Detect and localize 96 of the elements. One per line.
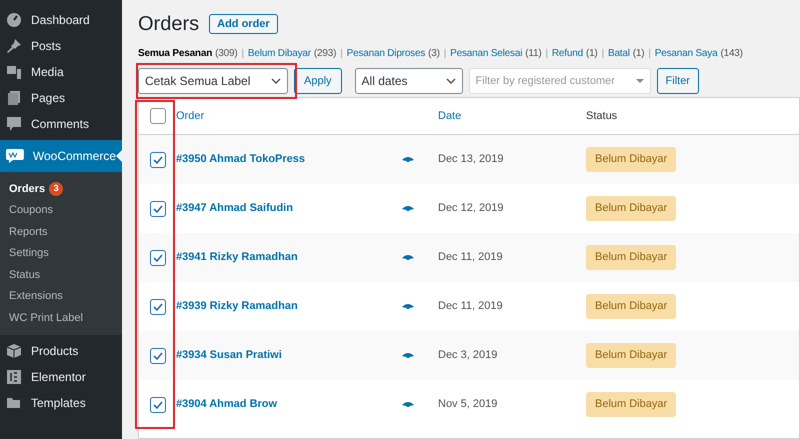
order-date: Dec 12, 2019 — [438, 201, 504, 216]
status-badge: Belum Dibayar — [586, 196, 676, 221]
column-header[interactable]: Date — [438, 108, 586, 124]
separator: | — [647, 47, 652, 61]
checkmark-icon — [152, 154, 164, 166]
sidebar-item[interactable]: Posts — [0, 36, 122, 56]
elementor-icon — [6, 368, 22, 384]
order-link[interactable]: #3947 Ahmad Saifudin — [176, 200, 402, 217]
chevron-down-icon — [271, 78, 281, 84]
status-badge: Belum Dibayar — [586, 245, 676, 270]
order-date: Nov 5, 2019 — [438, 397, 498, 412]
checkmark-icon — [152, 350, 164, 362]
submenu-item[interactable]: Extensions — [0, 286, 122, 307]
separator: | — [544, 47, 549, 61]
view-count: (293) — [314, 47, 336, 61]
sidebar-item[interactable]: Pages — [0, 88, 122, 108]
filter-button[interactable]: Filter — [656, 68, 699, 94]
status-badge: Belum Dibayar — [586, 294, 676, 319]
order-link[interactable]: #3941 Rizky Ramadhan — [176, 249, 402, 266]
page-title: Orders — [138, 12, 200, 37]
view-count: (1) — [632, 47, 644, 61]
view-link[interactable]: Pesanan Selesai — [450, 46, 522, 61]
customer-filter-field[interactable]: Filter by registered customer — [468, 68, 651, 94]
separator: | — [442, 47, 448, 61]
view-link[interactable]: Batal — [608, 46, 630, 61]
eye-icon[interactable] — [402, 302, 414, 310]
sidebar-item[interactable]: Products — [0, 340, 122, 360]
view-count: (3) — [428, 47, 440, 61]
view-count: (1) — [586, 47, 598, 61]
checkmark-icon — [152, 398, 164, 410]
eye-icon[interactable] — [402, 156, 414, 164]
checkbox[interactable] — [150, 200, 166, 216]
apply-button[interactable]: Apply — [294, 68, 342, 94]
eye-icon[interactable] — [402, 352, 414, 360]
submenu-item[interactable]: WC Print Label — [0, 307, 122, 328]
checkmark-icon — [152, 252, 164, 264]
current-pointer-icon — [116, 150, 122, 162]
submenu-item[interactable]: Status — [0, 264, 122, 286]
order-date: Dec 11, 2019 — [438, 250, 504, 266]
submenu-item[interactable]: Settings — [0, 242, 122, 264]
checkbox[interactable] — [150, 152, 166, 168]
gauge-icon — [6, 12, 22, 28]
checkbox[interactable] — [150, 250, 166, 266]
column-header[interactable]: Order — [176, 108, 438, 124]
checkmark-icon — [152, 300, 164, 312]
submenu-item[interactable]: Orders 3 — [0, 178, 122, 200]
chevron-down-icon — [446, 78, 456, 84]
view-link[interactable]: Belum Dibayar — [248, 46, 311, 61]
checkmark-icon — [152, 202, 164, 214]
bulk-action-select[interactable]: Cetak Semua Label — [138, 68, 288, 94]
view-link[interactable]: Pesanan Saya — [654, 46, 718, 61]
order-date: Dec 11, 2019 — [438, 299, 504, 314]
sidebar-item[interactable]: Dashboard — [0, 10, 122, 30]
submenu-item[interactable]: Reports — [0, 221, 122, 242]
separator: | — [600, 47, 605, 61]
status-badge: Belum Dibayar — [586, 343, 676, 368]
order-date: Dec 3, 2019 — [438, 348, 498, 364]
status-badge: Belum Dibayar — [586, 147, 676, 172]
view-link[interactable]: Semua Pesanan — [138, 46, 212, 61]
eye-icon[interactable] — [402, 254, 414, 262]
order-link[interactable]: #3950 Ahmad TokoPress — [176, 151, 402, 168]
date-select[interactable]: All dates — [354, 68, 463, 94]
pin-icon — [6, 38, 22, 54]
order-date: Dec 13, 2019 — [438, 152, 504, 168]
order-link[interactable]: #3904 Ahmad Brow — [176, 396, 402, 413]
view-count: (11) — [525, 47, 542, 61]
separator: | — [240, 47, 245, 61]
view-link[interactable]: Refund — [552, 46, 583, 61]
box-icon — [6, 342, 22, 358]
store-icon — [6, 149, 24, 163]
checkbox[interactable] — [150, 396, 166, 412]
caret-icon — [636, 79, 644, 83]
view-count: (143) — [720, 47, 743, 61]
view-link[interactable]: Pesanan Diproses — [346, 46, 426, 61]
sidebar-item[interactable]: WooCommerce — [0, 140, 122, 172]
sidebar-item[interactable]: Media — [0, 62, 122, 82]
checkbox[interactable] — [150, 348, 166, 364]
eye-icon[interactable] — [402, 400, 414, 408]
count-badge: 3 — [49, 182, 64, 196]
checkbox[interactable] — [150, 108, 166, 124]
separator: | — [339, 47, 344, 61]
checkbox[interactable] — [150, 298, 166, 314]
media-icon — [6, 64, 22, 80]
comment-bubble-icon — [6, 116, 22, 132]
sidebar-item[interactable]: Elementor — [0, 366, 122, 386]
submenu-item[interactable]: Coupons — [0, 200, 122, 221]
eye-icon[interactable] — [402, 204, 414, 212]
order-link[interactable]: #3939 Rizky Ramadhan — [176, 298, 402, 315]
column-header: Status — [586, 108, 618, 124]
sidebar-item[interactable]: Comments — [0, 114, 122, 134]
view-count: (309) — [215, 47, 238, 61]
sidebar-item[interactable]: Templates — [0, 392, 122, 412]
status-badge: Belum Dibayar — [586, 392, 676, 417]
pages-icon — [6, 90, 22, 106]
order-link[interactable]: #3934 Susan Pratiwi — [176, 347, 402, 364]
add-order-button[interactable]: Add order — [209, 14, 278, 34]
